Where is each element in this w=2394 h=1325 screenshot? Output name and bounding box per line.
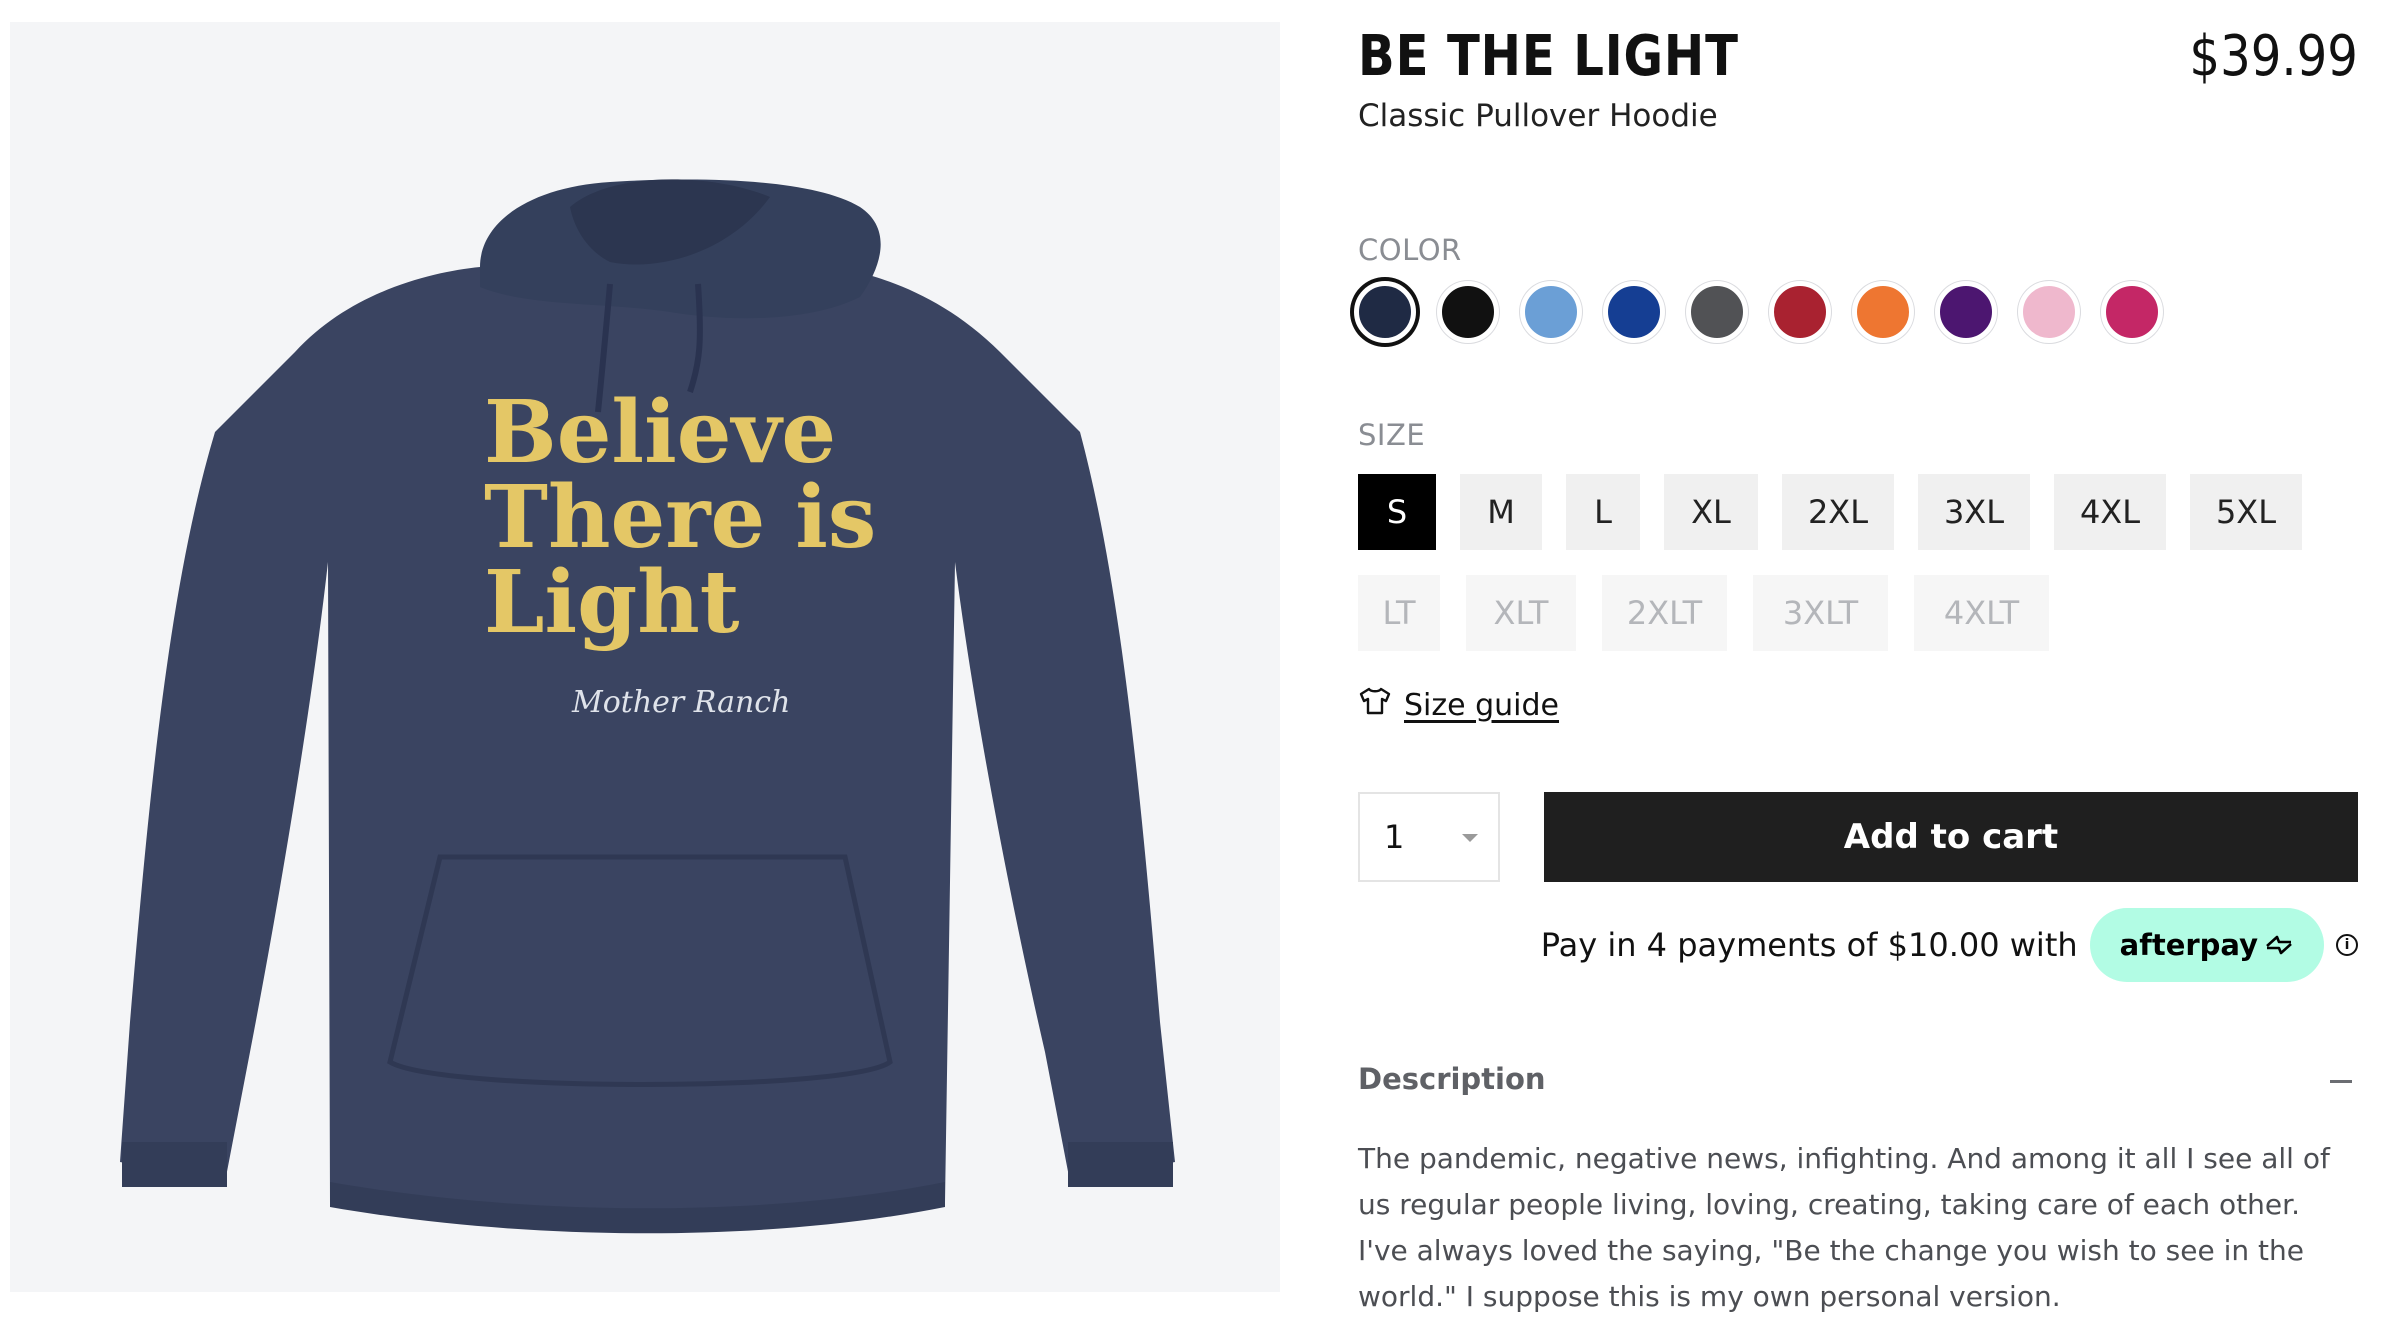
size-option[interactable]: 2XL bbox=[1782, 474, 1894, 550]
product-subtitle: Classic Pullover Hoodie bbox=[1358, 98, 1718, 134]
size-guide-label: Size guide bbox=[1404, 687, 1560, 723]
afterpay-text: Pay in 4 payments of $10.00 with bbox=[1540, 926, 2078, 964]
size-option[interactable]: 3XL bbox=[1918, 474, 2030, 550]
quantity-value: 1 bbox=[1384, 818, 1405, 856]
color-swatch[interactable] bbox=[1852, 281, 1914, 343]
print-line-3: Light bbox=[484, 552, 740, 653]
size-label: SIZE bbox=[1358, 418, 1426, 452]
color-swatch[interactable] bbox=[2101, 281, 2163, 343]
color-swatch[interactable] bbox=[1769, 281, 1831, 343]
size-option[interactable]: L bbox=[1566, 474, 1640, 550]
color-swatch[interactable] bbox=[1603, 281, 1665, 343]
size-option[interactable]: LT bbox=[1358, 575, 1440, 651]
quantity-select[interactable]: 1 bbox=[1358, 792, 1500, 882]
afterpay-message: Pay in 4 payments of $10.00 with afterpa… bbox=[1541, 908, 2358, 982]
afterpay-arrows-icon bbox=[2266, 935, 2292, 955]
product-image[interactable]: Believe There is Light Mother Ranch bbox=[10, 22, 1280, 1292]
add-to-cart-button[interactable]: Add to cart bbox=[1544, 792, 2358, 882]
size-option[interactable]: S bbox=[1358, 474, 1436, 550]
collapse-minus-icon[interactable] bbox=[2330, 1080, 2352, 1083]
info-icon[interactable]: i bbox=[2336, 934, 2358, 956]
size-row-tall: LT XLT 2XLT 3XLT 4XLT bbox=[1358, 575, 2358, 651]
product-title: BE THE LIGHT bbox=[1358, 24, 1739, 89]
tshirt-icon bbox=[1358, 686, 1392, 724]
description-body: The pandemic, negative news, infighting.… bbox=[1358, 1142, 2330, 1313]
color-swatch[interactable] bbox=[1437, 281, 1499, 343]
product-price: $39.99 bbox=[2189, 24, 2358, 89]
color-label: COLOR bbox=[1358, 233, 1462, 267]
size-option[interactable]: M bbox=[1460, 474, 1542, 550]
size-guide-link[interactable]: Size guide bbox=[1358, 686, 1559, 724]
color-swatch[interactable] bbox=[2018, 281, 2080, 343]
signature-logo: Mother Ranch bbox=[571, 685, 790, 720]
size-option[interactable]: 5XL bbox=[2190, 474, 2302, 550]
size-option[interactable]: XL bbox=[1664, 474, 1758, 550]
color-swatch[interactable] bbox=[1354, 281, 1416, 343]
hoodie-illustration: Believe There is Light Mother Ranch bbox=[120, 179, 1175, 1234]
size-option[interactable]: 4XLT bbox=[1914, 575, 2049, 651]
color-swatch[interactable] bbox=[1686, 281, 1748, 343]
description-heading[interactable]: Description bbox=[1358, 1062, 1546, 1096]
chevron-down-icon bbox=[1462, 834, 1478, 842]
size-option[interactable]: 2XLT bbox=[1602, 575, 1727, 651]
afterpay-badge[interactable]: afterpay bbox=[2089, 908, 2324, 982]
size-option[interactable]: XLT bbox=[1466, 575, 1576, 651]
size-options: S M L XL 2XL 3XL 4XL 5XL LT XLT 2XLT 3XLT 4XLT bbox=[1358, 474, 2358, 676]
color-swatch[interactable] bbox=[1935, 281, 1997, 343]
size-option[interactable]: 4XL bbox=[2054, 474, 2166, 550]
size-row-regular: S M L XL 2XL 3XL 4XL 5XL bbox=[1358, 474, 2358, 550]
size-option[interactable]: 3XLT bbox=[1753, 575, 1888, 651]
color-swatch[interactable] bbox=[1520, 281, 1582, 343]
afterpay-brand: afterpay bbox=[2119, 928, 2258, 962]
product-info: BE THE LIGHT $39.99 Classic Pullover Hoo… bbox=[1354, 0, 2358, 1325]
color-swatches bbox=[1354, 281, 2163, 343]
